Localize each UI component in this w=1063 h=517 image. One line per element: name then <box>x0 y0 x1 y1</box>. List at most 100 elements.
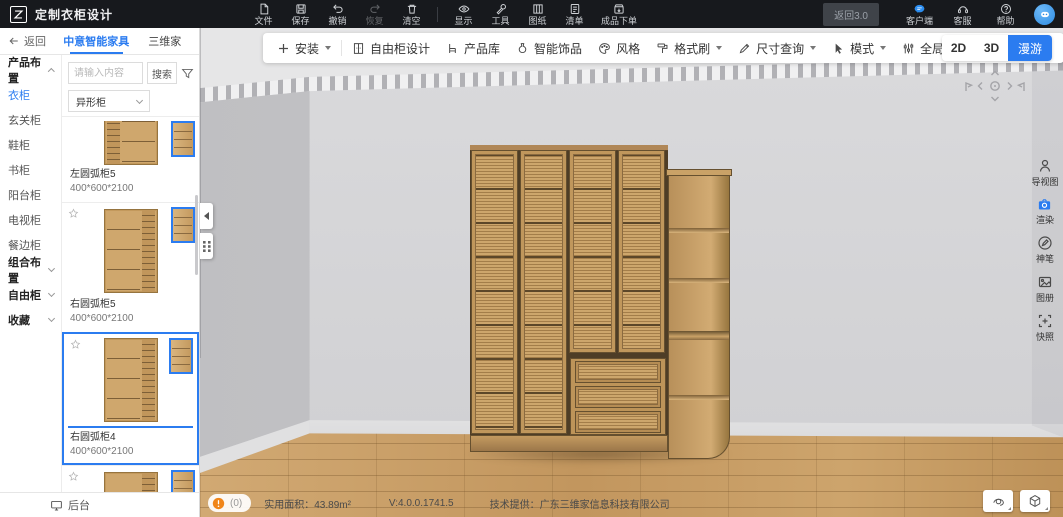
free-cabinet-design-button[interactable]: 自由柜设计 <box>344 33 438 63</box>
checklist-icon <box>569 3 581 15</box>
nav-section-combo-layout[interactable]: 组合布置 <box>0 257 61 282</box>
back-to-v3-button[interactable]: 返回3.0 <box>823 3 879 26</box>
warning-counter[interactable]: (0) <box>208 494 251 512</box>
arrow-left-icon <box>204 212 209 220</box>
dropdown-caret-icon <box>880 46 886 50</box>
undo-button[interactable]: 撤销 <box>319 0 356 28</box>
tab-sanweijia[interactable]: 三维家 <box>131 28 200 54</box>
save-button[interactable]: 保存 <box>282 0 319 28</box>
render-button[interactable]: 渲染 <box>1036 197 1054 226</box>
camera-compass-control[interactable] <box>951 68 1039 109</box>
panel-grid-handle[interactable] <box>200 233 213 259</box>
album-button[interactable]: 图册 <box>1036 274 1054 304</box>
format-painter-button[interactable]: 格式刷 <box>648 33 730 63</box>
orbit-icon <box>991 495 1006 508</box>
dropdown-caret-icon <box>716 46 722 50</box>
save-icon <box>295 3 307 15</box>
mode-3d-button[interactable]: 3D <box>975 35 1008 61</box>
louver-door[interactable] <box>570 151 615 352</box>
cube-icon <box>1028 494 1042 508</box>
filter-funnel-icon[interactable] <box>181 67 194 80</box>
drawer[interactable] <box>576 387 660 407</box>
file-menu-button[interactable]: 文件 <box>245 0 282 28</box>
redo-button[interactable]: 恢复 <box>356 0 393 28</box>
chevron-up-icon <box>48 68 55 75</box>
guide-view-button[interactable]: 导视图 <box>1031 158 1058 188</box>
status-bar: (0) 实用面积：43.89m² V:4.0.0.1741.5 技术提供：广东三… <box>208 494 670 512</box>
product-thumbnail <box>68 207 193 295</box>
top-menubar: 定制衣柜设计 文件 保存 撤销 恢复 清空 <box>0 0 1063 28</box>
main-menu: 文件 保存 撤销 恢复 清空 显示 <box>245 0 645 28</box>
nav-item-bookcase[interactable]: 书柜 <box>0 157 61 182</box>
product-card[interactable]: 左圆弧柜5 400*600*2100 <box>62 116 199 202</box>
panel-header: 返回 中意智能家具 三维家 <box>0 28 199 55</box>
shelf <box>669 395 729 400</box>
customer-service-button[interactable]: 客服 <box>944 0 981 28</box>
louver-door[interactable] <box>521 151 566 433</box>
menu-divider <box>437 7 438 22</box>
wardrobe-3d-model[interactable] <box>470 145 730 460</box>
drawings-menu-button[interactable]: 图纸 <box>519 0 556 28</box>
shelf <box>669 278 729 283</box>
favorite-star-icon[interactable] <box>70 339 81 350</box>
product-size: 400*600*2100 <box>70 312 191 326</box>
undo-icon <box>332 3 344 15</box>
back-button[interactable]: 返回 <box>0 33 62 49</box>
snapshot-button[interactable]: 快照 <box>1036 313 1054 343</box>
list-scrollbar[interactable] <box>195 195 198 275</box>
chevron-down-icon <box>48 315 55 322</box>
client-button[interactable]: 客户端 <box>901 0 938 28</box>
roam-mode-button[interactable]: 漫游 <box>1008 35 1052 61</box>
search-bar: 搜索 <box>68 62 194 84</box>
pencil-icon <box>738 42 751 55</box>
nav-section-free-cabinet[interactable]: 自由柜 <box>0 282 61 307</box>
list-menu-button[interactable]: 清单 <box>556 0 593 28</box>
tools-menu-button[interactable]: 工具 <box>482 0 519 28</box>
user-avatar[interactable] <box>1034 4 1055 25</box>
mode-2d-button[interactable]: 2D <box>942 35 975 61</box>
louver-door[interactable] <box>619 151 664 352</box>
image-icon <box>1037 274 1053 290</box>
usable-area-value: 实用面积：43.89m² <box>264 496 351 511</box>
nav-item-entry-cabinet[interactable]: 玄关柜 <box>0 107 61 132</box>
display-menu-button[interactable]: 显示 <box>445 0 482 28</box>
clear-button[interactable]: 清空 <box>393 0 430 28</box>
nav-item-tv-cabinet[interactable]: 电视柜 <box>0 207 61 232</box>
view-helper-buttons <box>983 490 1050 512</box>
dimension-query-button[interactable]: 尺寸查询 <box>730 33 824 63</box>
tab-zhongyi-furniture[interactable]: 中意智能家具 <box>62 28 131 54</box>
product-library-button[interactable]: 产品库 <box>438 33 508 63</box>
product-card-selected[interactable]: 右圆弧柜4 400*600*2100 <box>62 332 199 465</box>
magic-pen-button[interactable]: 神笔 <box>1036 235 1054 265</box>
nav-section-product-layout[interactable]: 产品布置 <box>0 57 61 82</box>
favorite-star-icon[interactable] <box>68 208 79 219</box>
topbar-right-group: 返回3.0 客户端 客服 帮助 <box>823 0 1063 28</box>
search-button[interactable]: 搜索 <box>147 62 177 84</box>
backend-button[interactable]: 后台 <box>0 492 199 517</box>
cube-view-button[interactable] <box>1020 490 1050 512</box>
drawer[interactable] <box>576 412 660 432</box>
search-input[interactable] <box>68 62 143 84</box>
smart-decor-button[interactable]: 智能饰品 <box>508 33 590 63</box>
category-select[interactable]: 异形柜 <box>68 90 150 112</box>
drawer[interactable] <box>576 362 660 382</box>
file-icon <box>258 3 270 15</box>
nav-item-shoe-cabinet[interactable]: 鞋柜 <box>0 132 61 157</box>
product-card[interactable]: 右圆弧柜5 400*600*2100 <box>62 202 199 332</box>
install-button[interactable]: 安装 <box>269 33 339 63</box>
order-button[interactable]: 成品下单 <box>593 0 645 28</box>
nav-section-favorites[interactable]: 收藏 <box>0 307 61 332</box>
viewport-3d[interactable]: 安装 自由柜设计 产品库 智能饰品 风格 格式刷 <box>200 28 1063 517</box>
collapse-panel-button[interactable] <box>200 203 213 229</box>
help-button[interactable]: 帮助 <box>987 0 1024 28</box>
rotate-left-arrow <box>966 83 972 91</box>
favorite-star-icon[interactable] <box>68 471 79 482</box>
louver-door[interactable] <box>472 151 517 433</box>
nav-item-wardrobe[interactable]: 衣柜 <box>0 82 61 107</box>
style-button[interactable]: 风格 <box>590 33 648 63</box>
mode-button[interactable]: 模式 <box>824 33 894 63</box>
nav-item-balcony-cabinet[interactable]: 阳台柜 <box>0 182 61 207</box>
product-card[interactable] <box>62 465 199 492</box>
corner-shelf-unit[interactable] <box>668 169 730 459</box>
orbit-view-button[interactable] <box>983 490 1013 512</box>
